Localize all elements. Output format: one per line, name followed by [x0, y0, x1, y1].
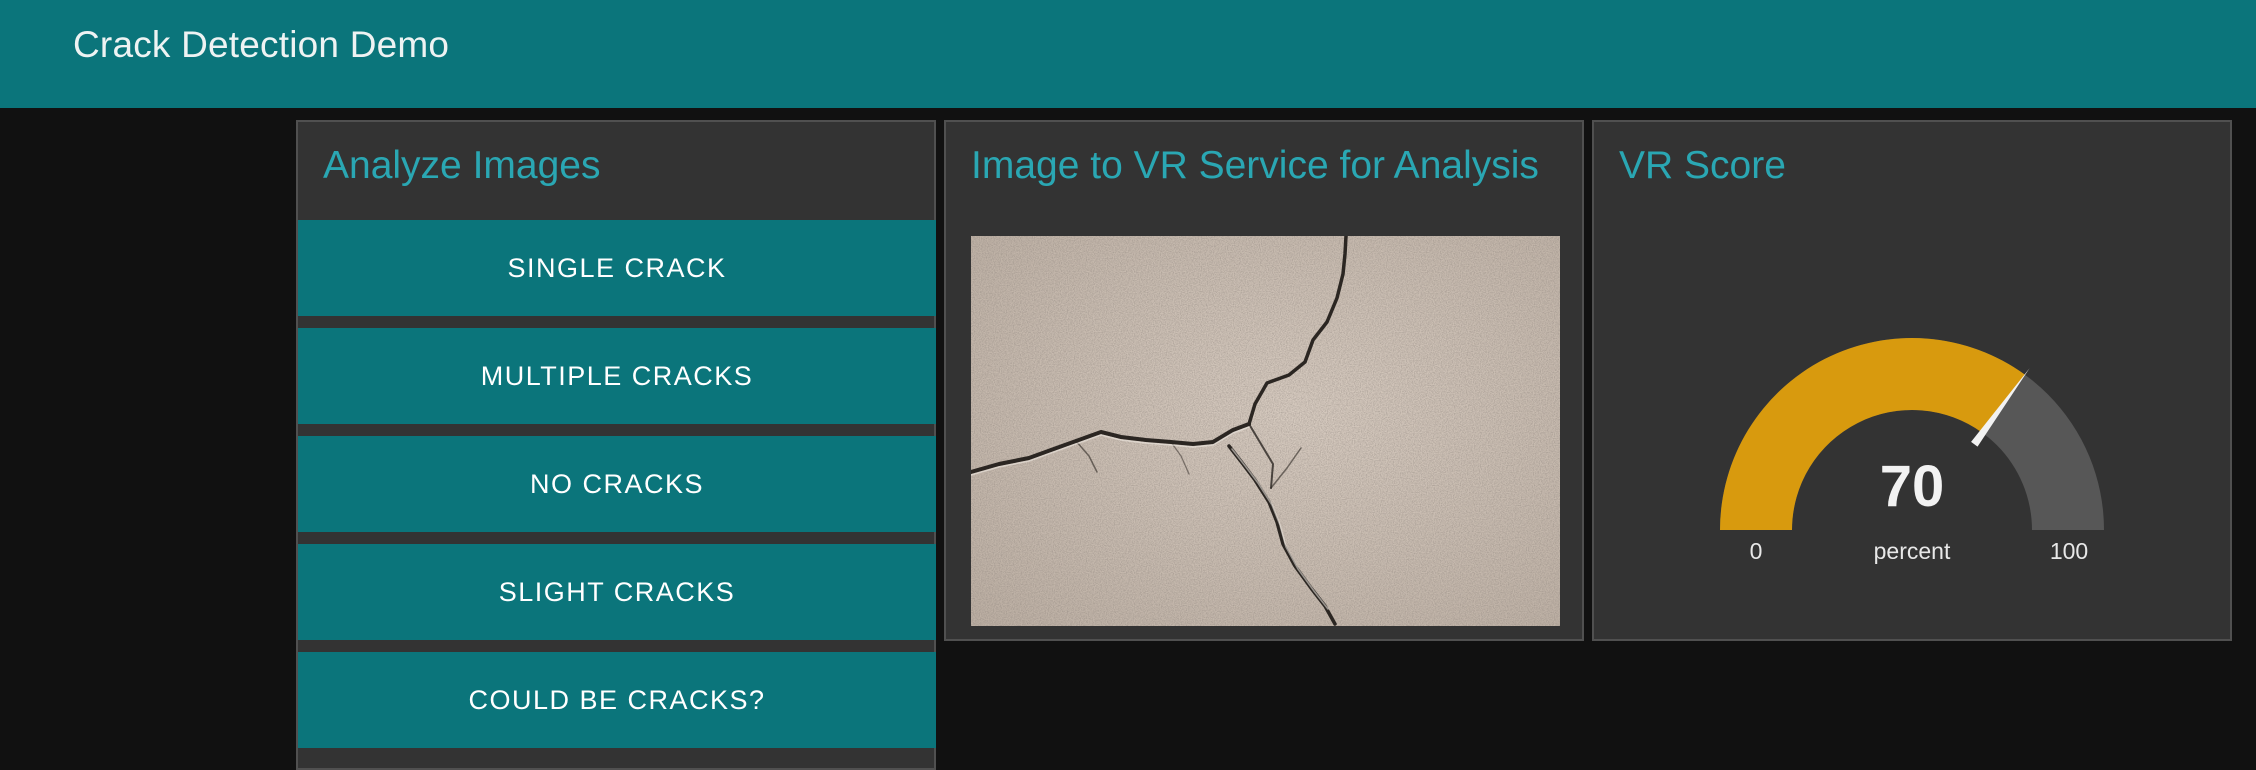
image-analysis-title: Image to VR Service for Analysis [971, 144, 1539, 187]
no-cracks-button[interactable]: NO CRACKS [298, 436, 936, 532]
analyze-images-panel: Analyze Images SINGLE CRACK MULTIPLE CRA… [296, 120, 936, 770]
single-crack-button[interactable]: SINGLE CRACK [298, 220, 936, 316]
gauge-value: 70 [1880, 454, 1945, 519]
image-analysis-panel: Image to VR Service for Analysis [944, 120, 1584, 641]
concrete-crack-image [971, 236, 1560, 626]
gauge-min-label: 0 [1750, 538, 1763, 564]
gauge-max-label: 100 [2050, 538, 2088, 564]
vr-score-gauge: 70 percent 0 100 [1720, 338, 2104, 564]
vr-score-panel: VR Score 70 percent 0 100 [1592, 120, 2232, 641]
analyze-images-title: Analyze Images [323, 144, 601, 187]
multiple-cracks-button[interactable]: MULTIPLE CRACKS [298, 328, 936, 424]
app-title: Crack Detection Demo [73, 24, 450, 65]
could-be-cracks-button[interactable]: COULD BE CRACKS? [298, 652, 936, 748]
gauge-units: percent [1874, 538, 1951, 564]
app-header: Crack Detection Demo [0, 0, 2256, 108]
slight-cracks-button[interactable]: SLIGHT CRACKS [298, 544, 936, 640]
